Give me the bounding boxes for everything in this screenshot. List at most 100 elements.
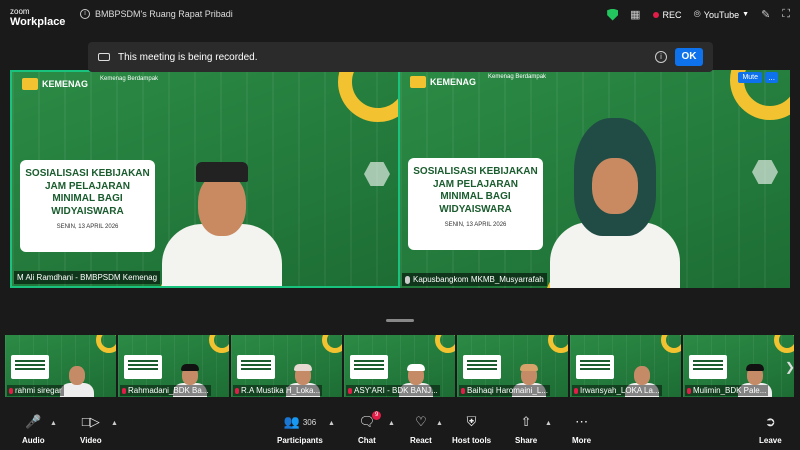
more-label: More [572,436,592,445]
participant-name-tag: rahmi siregar [7,385,64,396]
zoom-meeting-window: zoom Workplace i BMBPSDM's Ruang Rapat P… [0,0,800,450]
slide-title-card [689,355,727,379]
participant-name: Kapusbangkom MKMB_Musyarrafah [413,275,544,284]
microphone-muted-icon: 🎤 [25,414,42,429]
audio-button[interactable]: 🎤 Audio [22,414,45,445]
heart-icon: ♡ [415,414,427,429]
host-tools-button[interactable]: ⛨ Host tools [452,414,491,445]
microphone-muted-icon [687,387,691,394]
shirt [60,383,94,397]
video-label: Video [80,436,102,445]
participant-thumbnail[interactable]: Baihaqi Haromaini_L... [457,335,568,397]
top-bar: zoom Workplace i BMBPSDM's Ruang Rapat P… [0,0,800,34]
face [634,366,650,385]
participants-label: Participants [277,436,323,445]
microphone-muted-icon [9,387,13,394]
microphone-muted-icon [122,387,126,394]
share-screen-icon: ⇧ [520,414,532,429]
share-label: Share [515,436,538,445]
leave-button[interactable]: ➲ Leave [759,414,782,445]
video-tile-participant[interactable]: KEMENAG Kemenag Berdampak SOSIALISASI KE… [400,70,790,288]
slide-title-card [11,355,49,379]
participants-count: 306 [302,417,317,427]
resize-handle[interactable] [386,319,414,322]
leave-icon: ➲ [764,414,776,429]
meeting-info[interactable]: i BMBPSDM's Ruang Rapat Pribadi [80,9,233,19]
participant-name: M Ali Ramdhani - BMBPSDM Kemenag [17,273,158,282]
headwear [520,364,538,371]
participant-strip: rahmi siregar Rahmadani_BDK Ba... R.A Must… [5,335,795,397]
kemenag-emblem-icon [22,78,38,90]
livestream-dropdown[interactable]: ⦾ YouTube ▼ [694,9,750,20]
participant-thumbnail[interactable]: Irwansyah_LOKA La... [570,335,681,397]
headwear [181,364,199,371]
meeting-title: BMBPSDM's Ruang Rapat Pribadi [95,9,233,19]
face [69,366,85,385]
audio-label: Audio [22,436,45,445]
participant-thumbnail[interactable]: R.A Mustika H_Loka... [231,335,342,397]
participant-name: Rahmadani_BDK Ba... [128,386,209,395]
share-button[interactable]: ⇧ Share [515,414,537,445]
participants-button[interactable]: 👥 306 Participants [277,414,323,445]
chat-label: Chat [358,436,376,445]
participants-options-chevron-icon[interactable]: ▲ [328,420,335,427]
video-options-chevron-icon[interactable]: ▲ [111,420,118,427]
microphone-muted-icon [235,387,239,394]
participant-name-tag: Baihaqi Haromaini_L... [459,385,550,396]
security-shield-icon[interactable] [607,8,619,21]
slide-title-card [350,355,388,379]
participant-thumbnail[interactable]: Rahmadani_BDK Ba... [118,335,229,397]
host-tools-label: Host tools [452,436,492,445]
brand-line1: zoom [10,7,30,16]
info-icon[interactable]: i [655,51,667,63]
more-dots-icon: ⋯ [575,414,589,429]
slide-title-card: SOSIALISASI KEBIJAKAN JAM PELAJARAN MINI… [20,160,155,252]
slide-title-card [124,355,162,379]
participant-thumbnail[interactable]: Mulimin_BDK Pale... [683,335,794,397]
participant-name: Irwansyah_LOKA La... [580,386,660,395]
participant-thumbnail[interactable]: ASY'ARI - BDK BANJ... [344,335,455,397]
chevron-right-icon[interactable]: ❯ [785,360,795,374]
mute-participant-button[interactable]: Mute [738,72,762,83]
video-button[interactable]: □▷ Video [80,414,102,445]
microphone-muted-icon [461,387,465,394]
chat-options-chevron-icon[interactable]: ▲ [388,420,395,427]
headwear [294,364,312,371]
face [198,174,246,236]
rec-label: REC [662,9,682,20]
participant-name: Mulimin_BDK Pale... [693,386,767,395]
top-right-controls: ▦ REC ⦾ YouTube ▼ ✎ ⛶ [607,8,790,21]
info-icon[interactable]: i [80,9,90,19]
pin-icon [405,275,410,284]
share-options-chevron-icon[interactable]: ▲ [545,420,552,427]
document-icon[interactable]: ▦ [630,8,640,21]
participant-name-tag: R.A Mustika H_Loka... [233,385,323,396]
audio-options-chevron-icon[interactable]: ▲ [50,420,57,427]
recording-camera-icon [98,53,110,61]
participant-name-tag: M Ali Ramdhani - BMBPSDM Kemenag [14,271,161,284]
participant-thumbnail[interactable]: rahmi siregar [5,335,116,397]
video-camera-icon: □▷ [81,414,100,429]
shield-icon: ⛨ [466,414,477,429]
broadcast-icon: ⦾ [693,9,701,19]
headwear [746,364,764,371]
annotate-pen-icon[interactable]: ✎ [761,8,770,21]
chat-unread-badge: 9 [372,411,382,420]
slide-date: SENIN, 13 APRIL 2026 [444,222,507,228]
video-tile-active-speaker[interactable]: KEMENAG Kemenag Berdampak SOSIALISASI KE… [10,70,400,288]
more-button[interactable]: ⋯ More [572,414,591,445]
chat-button[interactable]: 🗨 9 Chat [358,411,382,445]
react-button[interactable]: ♡ React [410,414,432,445]
fullscreen-icon[interactable]: ⛶ [782,8,790,21]
ok-button[interactable]: OK [675,48,703,66]
participant-name: rahmi siregar [15,386,62,395]
zoom-logo: zoom Workplace [10,8,65,28]
kemenag-emblem-icon [410,76,426,88]
slide-title-card [576,355,614,379]
react-options-chevron-icon[interactable]: ▲ [436,420,443,427]
slide-tagline: Kemenag Berdampak [488,74,547,80]
kemenag-logo: KEMENAG [410,76,476,88]
recording-indicator[interactable]: REC [652,9,682,20]
participant-name-tag: Mulimin_BDK Pale... [685,385,769,396]
more-options-button[interactable]: ... [765,72,778,83]
